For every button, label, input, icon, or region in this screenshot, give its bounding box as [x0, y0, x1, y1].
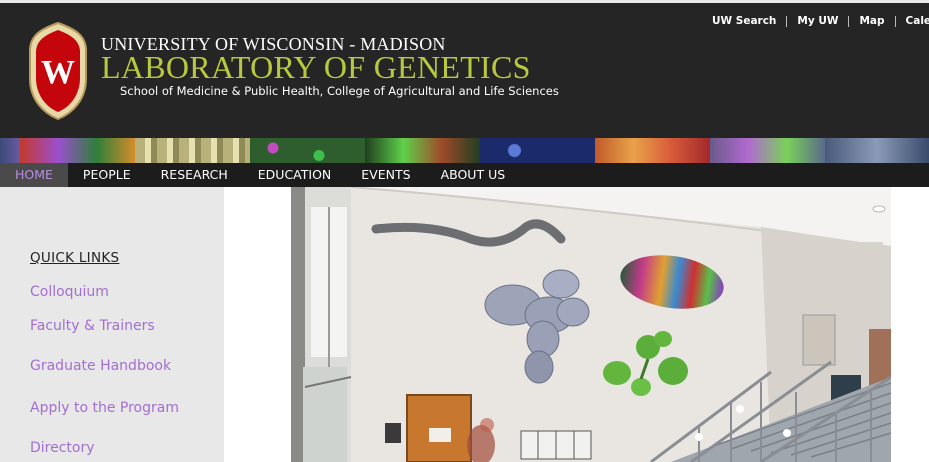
svg-text:W: W	[41, 54, 75, 91]
banner-tile	[595, 138, 710, 163]
main-nav: HOME PEOPLE RESEARCH EDUCATION EVENTS AB…	[0, 163, 929, 187]
banner-tile	[250, 138, 365, 163]
banner-tile	[135, 138, 250, 163]
quick-link-colloquium[interactable]: Colloquium	[30, 284, 109, 300]
nav-people[interactable]: PEOPLE	[68, 163, 146, 187]
hero-photo-art	[291, 187, 891, 462]
calendar-link[interactable]: Calen	[906, 15, 929, 27]
nav-education[interactable]: EDUCATION	[243, 163, 347, 187]
image-banner	[0, 138, 929, 163]
site-header: W UNIVERSITY OF WISCONSIN - MADISON LABO…	[0, 3, 929, 138]
quick-link-apply[interactable]: Apply to the Program	[30, 400, 179, 416]
banner-tile	[825, 138, 929, 163]
quick-link-directory[interactable]: Directory	[30, 440, 95, 456]
nav-home[interactable]: HOME	[0, 163, 68, 187]
uw-crest-icon[interactable]: W	[27, 21, 89, 121]
divider	[894, 15, 896, 27]
divider	[848, 15, 850, 27]
lab-title[interactable]: LABORATORY OF GENETICS	[101, 49, 531, 86]
banner-tile	[480, 138, 595, 163]
banner-tile	[20, 138, 135, 163]
banner-tile	[710, 138, 825, 163]
banner-tile	[0, 138, 20, 163]
quick-link-graduate-handbook[interactable]: Graduate Handbook	[30, 358, 171, 374]
uw-search-link[interactable]: UW Search	[712, 15, 776, 27]
banner-tile	[365, 138, 480, 163]
my-uw-link[interactable]: My UW	[797, 15, 838, 27]
map-link[interactable]: Map	[859, 15, 884, 27]
quick-link-faculty-trainers[interactable]: Faculty & Trainers	[30, 318, 155, 334]
hero-photo	[291, 187, 891, 462]
nav-research[interactable]: RESEARCH	[146, 163, 243, 187]
divider	[786, 15, 788, 27]
nav-events[interactable]: EVENTS	[346, 163, 425, 187]
quick-links-heading: QUICK LINKS	[30, 250, 120, 266]
school-subtitle: School of Medicine & Public Health, Coll…	[120, 84, 559, 98]
quick-links-sidebar: QUICK LINKS Colloquium Faculty & Trainer…	[0, 187, 224, 462]
utility-links: UW Search My UW Map Calen	[712, 15, 929, 27]
nav-about-us[interactable]: ABOUT US	[426, 163, 521, 187]
